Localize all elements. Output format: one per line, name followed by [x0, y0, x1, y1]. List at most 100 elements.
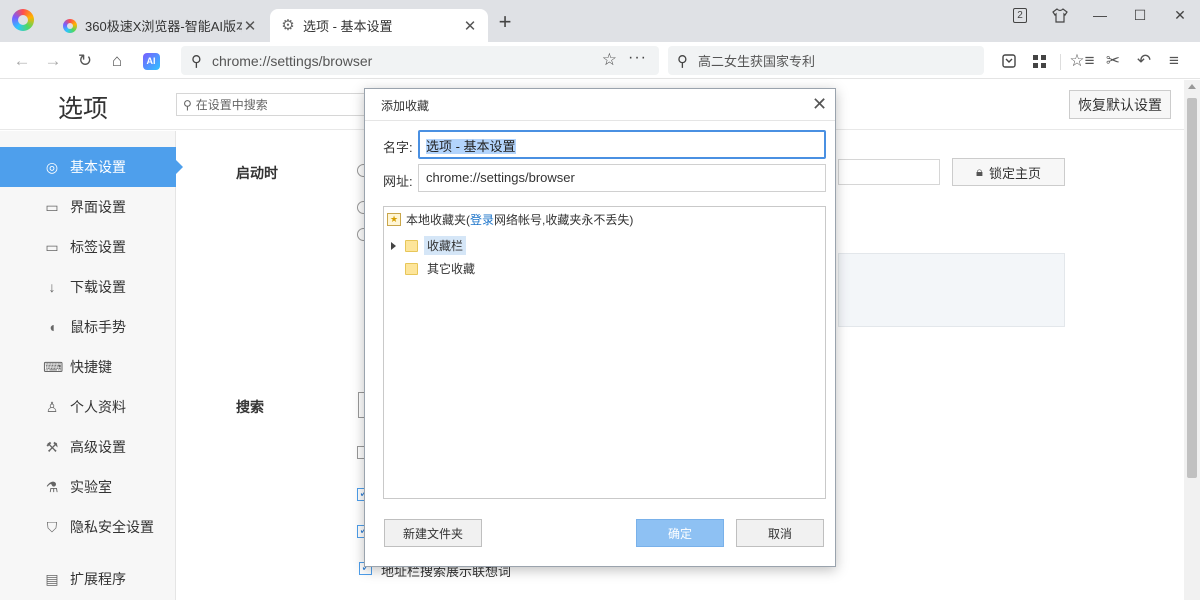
- tab-settings[interactable]: ⚙ 选项 - 基本设置 ✕: [270, 9, 488, 42]
- apps-grid-icon[interactable]: [1026, 48, 1052, 74]
- extensions-icon: ▤: [45, 570, 59, 587]
- expand-arrow-icon[interactable]: [391, 241, 396, 250]
- toolbar: ← → ↻ ⌂ AI ⚲ chrome://settings/browser ☆…: [0, 42, 1200, 79]
- skin-shirt-icon[interactable]: [1040, 0, 1080, 30]
- menu-hamburger-icon[interactable]: ≡: [1161, 48, 1187, 74]
- new-tab-button[interactable]: +: [494, 11, 516, 34]
- close-tab-icon[interactable]: ✕: [462, 17, 478, 35]
- download-icon: ↓: [48, 279, 56, 295]
- sidebar-item-mouse-gesture[interactable]: ◖ 鼠标手势: [0, 307, 176, 347]
- 360-logo-icon: [62, 18, 78, 34]
- sidebar-item-label: 实验室: [70, 479, 112, 495]
- shield-icon: ⛉: [46, 518, 58, 535]
- confirm-button[interactable]: 确定: [636, 519, 724, 547]
- folder-icon: [405, 262, 418, 275]
- tab-count-badge: 2: [1013, 7, 1027, 23]
- search-icon: ⚲: [191, 52, 202, 70]
- home-icon[interactable]: ⌂: [104, 48, 130, 74]
- dialog-title: 添加收藏: [381, 99, 430, 113]
- sidebar-item-profile[interactable]: ♙ 个人资料: [0, 387, 176, 427]
- back-arrow-icon[interactable]: ←: [9, 48, 35, 74]
- startup-pages-panel: [838, 253, 1065, 327]
- address-bar[interactable]: ⚲ chrome://settings/browser ☆ ···: [181, 46, 659, 75]
- folder-bookmarks-bar[interactable]: 收藏栏: [391, 236, 467, 255]
- bookmark-name-input[interactable]: 选项 - 基本设置: [418, 130, 826, 159]
- add-bookmark-dialog: 添加收藏 ✕ 名字: 选项 - 基本设置 网址: chrome://settin…: [364, 88, 836, 567]
- folder-other-bookmarks[interactable]: 其它收藏: [405, 259, 478, 278]
- search-icon: ⚲: [677, 52, 688, 70]
- cancel-button[interactable]: 取消: [736, 519, 824, 547]
- sidebar-item-label: 鼠标手势: [70, 319, 126, 335]
- sidebar-item-label: 下载设置: [70, 279, 126, 295]
- folder-tree: ★ 本地收藏夹( 登录 网络帐号,收藏夹永不丢失) 收藏栏 其它收藏: [383, 206, 826, 499]
- tab-strip: 360极速X浏览器-智能AI版本 ✕ ⚙ 选项 - 基本设置 ✕ + 2 — ☐…: [0, 0, 1200, 42]
- more-dots-icon[interactable]: ···: [628, 49, 647, 67]
- restore-defaults-button[interactable]: 恢复默认设置: [1069, 90, 1171, 119]
- wrench-icon: ⚒: [45, 438, 59, 455]
- page-scrollbar[interactable]: [1184, 80, 1200, 600]
- address-url: chrome://settings/browser: [212, 52, 373, 69]
- settings-circle-icon: ◎: [45, 158, 59, 175]
- folder-label: 收藏栏: [424, 236, 467, 255]
- new-folder-button[interactable]: 新建文件夹: [384, 519, 482, 547]
- root-suffix: 网络帐号,收藏夹永不丢失): [494, 213, 634, 227]
- sidebar-item-label: 高级设置: [70, 439, 126, 455]
- bookmarks-list-icon[interactable]: ☆≡: [1069, 48, 1095, 74]
- settings-search-input[interactable]: ⚲ 在设置中搜索: [176, 93, 366, 116]
- close-tab-icon[interactable]: ✕: [242, 17, 258, 35]
- forward-arrow-icon[interactable]: →: [40, 48, 66, 74]
- ai-icon: AI: [142, 52, 160, 70]
- window-close-icon[interactable]: ✕: [1160, 0, 1200, 30]
- sidebar-item-tabs[interactable]: ▭ 标签设置: [0, 227, 176, 267]
- tab-title: 选项 - 基本设置: [303, 19, 393, 34]
- folder-icon: [405, 239, 418, 252]
- flask-icon: ⚗: [45, 478, 59, 495]
- maximize-icon[interactable]: ☐: [1120, 0, 1160, 30]
- dialog-header: 添加收藏 ✕: [365, 89, 835, 121]
- mouse-icon: ◖: [47, 319, 57, 335]
- search-hint: 高二女生获国家专利: [698, 54, 816, 69]
- root-prefix: 本地收藏夹(: [406, 213, 470, 227]
- scroll-up-arrow-icon[interactable]: [1188, 84, 1196, 89]
- tab-360-home[interactable]: 360极速X浏览器-智能AI版本 ✕: [52, 9, 268, 42]
- sidebar-item-download[interactable]: ↓ 下载设置: [0, 267, 176, 307]
- dialog-close-icon[interactable]: ✕: [812, 94, 827, 114]
- web-search-box[interactable]: ⚲ 高二女生获国家专利: [668, 46, 984, 75]
- bookmark-star-icon[interactable]: ☆: [602, 50, 617, 70]
- toolbar-divider: [1060, 54, 1061, 70]
- sidebar-item-advanced[interactable]: ⚒ 高级设置: [0, 427, 176, 467]
- 360-browser-logo-icon[interactable]: [12, 9, 34, 31]
- lock-icon: 🔒︎: [976, 164, 983, 179]
- settings-sidebar: ◎ 基本设置 ▭ 界面设置 ▭ 标签设置 ↓ 下载设置 ◖ 鼠标手势 ⌨ 快捷键…: [0, 131, 183, 600]
- sidebar-item-lab[interactable]: ⚗ 实验室: [0, 467, 176, 507]
- local-bookmarks-root[interactable]: ★ 本地收藏夹( 登录 网络帐号,收藏夹永不丢失): [387, 211, 633, 228]
- sidebar-item-label: 扩展程序: [70, 571, 126, 587]
- bookmark-star-folder-icon: ★: [387, 213, 401, 226]
- reload-icon[interactable]: ↻: [72, 48, 98, 74]
- sidebar-item-extensions[interactable]: ▤ 扩展程序: [0, 559, 176, 599]
- scissors-screenshot-icon[interactable]: ✂: [1100, 48, 1126, 74]
- sidebar-item-basic[interactable]: ◎ 基本设置: [0, 147, 183, 187]
- sidebar-item-interface[interactable]: ▭ 界面设置: [0, 187, 176, 227]
- sidebar-item-shortcuts[interactable]: ⌨ 快捷键: [0, 347, 176, 387]
- folder-label: 其它收藏: [427, 262, 476, 276]
- sidebar-item-label: 隐私安全设置: [70, 519, 154, 535]
- sidebar-item-label: 界面设置: [70, 199, 126, 215]
- tab-count-button[interactable]: 2: [1000, 0, 1040, 30]
- scrollbar-thumb[interactable]: [1187, 98, 1197, 478]
- lock-homepage-button[interactable]: 🔒︎ 锁定主页: [952, 158, 1065, 186]
- bookmark-name-value: 选项 - 基本设置: [426, 139, 516, 154]
- settings-search-placeholder: 在设置中搜索: [195, 98, 268, 112]
- login-link[interactable]: 登录: [470, 211, 494, 228]
- name-label: 名字:: [383, 140, 413, 155]
- search-section-label: 搜索: [236, 399, 264, 415]
- sidebar-item-privacy[interactable]: ⛉ 隐私安全设置: [0, 507, 176, 547]
- bookmark-url-input[interactable]: chrome://settings/browser: [418, 164, 826, 192]
- undo-close-tab-icon[interactable]: ↶: [1131, 48, 1157, 74]
- homepage-input[interactable]: [838, 159, 940, 185]
- minimize-icon[interactable]: —: [1080, 0, 1120, 30]
- ai-assistant-button[interactable]: AI: [138, 48, 164, 74]
- tab-title: 360极速X浏览器-智能AI版本: [85, 19, 242, 34]
- sidebar-item-label: 快捷键: [70, 359, 112, 375]
- reading-mode-icon[interactable]: [996, 48, 1022, 74]
